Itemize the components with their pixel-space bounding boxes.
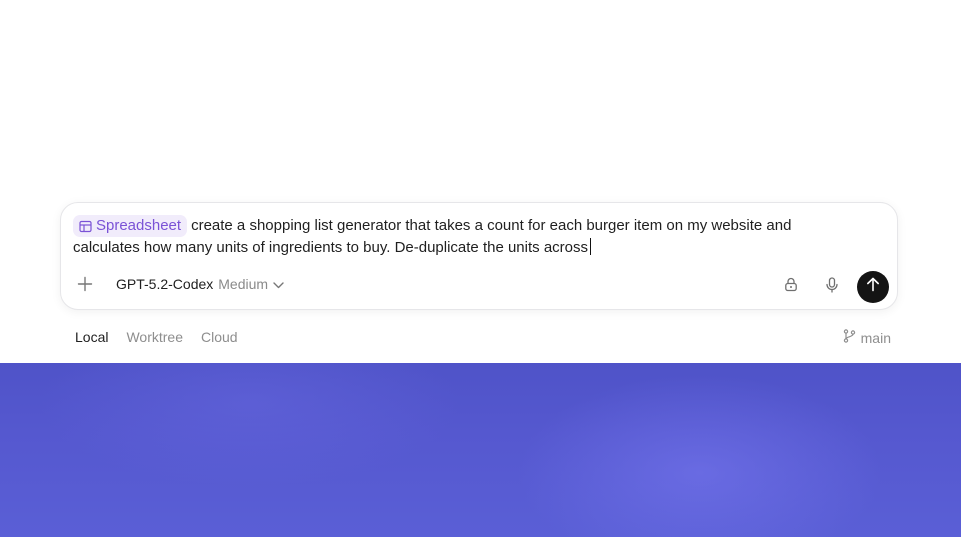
model-selector[interactable]: GPT-5.2-Codex Medium xyxy=(116,276,284,292)
permissions-button[interactable] xyxy=(775,271,807,303)
prompt-input[interactable]: Spreadsheet create a shopping list gener… xyxy=(73,215,833,259)
background-backdrop xyxy=(0,363,961,537)
microphone-icon xyxy=(826,276,838,298)
table-icon xyxy=(79,220,92,233)
git-branch-icon xyxy=(843,329,856,346)
tab-worktree[interactable]: Worktree xyxy=(126,329,183,345)
chevron-down-icon xyxy=(273,276,284,292)
model-effort: Medium xyxy=(218,276,269,292)
app-window: Spreadsheet create a shopping list gener… xyxy=(0,0,961,537)
lock-icon xyxy=(784,277,798,297)
arrow-up-icon xyxy=(866,277,880,297)
voice-input-button[interactable] xyxy=(816,271,848,303)
composer-toolbar: GPT-5.2-Codex Medium xyxy=(61,271,897,303)
send-button[interactable] xyxy=(857,271,889,303)
spreadsheet-chip-label: Spreadsheet xyxy=(96,217,182,234)
plus-icon xyxy=(77,276,93,297)
branch-name: main xyxy=(860,329,891,346)
main-area: Spreadsheet create a shopping list gener… xyxy=(0,0,961,363)
text-caret xyxy=(590,238,591,255)
environment-tabs: Local Worktree Cloud xyxy=(75,329,238,345)
branch-selector[interactable]: main xyxy=(843,329,891,346)
composer-actions xyxy=(775,271,889,303)
add-attachment-button[interactable] xyxy=(74,275,96,297)
tab-cloud[interactable]: Cloud xyxy=(201,329,238,345)
model-name: GPT-5.2-Codex xyxy=(116,276,214,292)
prompt-composer: Spreadsheet create a shopping list gener… xyxy=(60,202,898,310)
spreadsheet-chip[interactable]: Spreadsheet xyxy=(73,215,188,237)
tab-local[interactable]: Local xyxy=(75,329,108,345)
